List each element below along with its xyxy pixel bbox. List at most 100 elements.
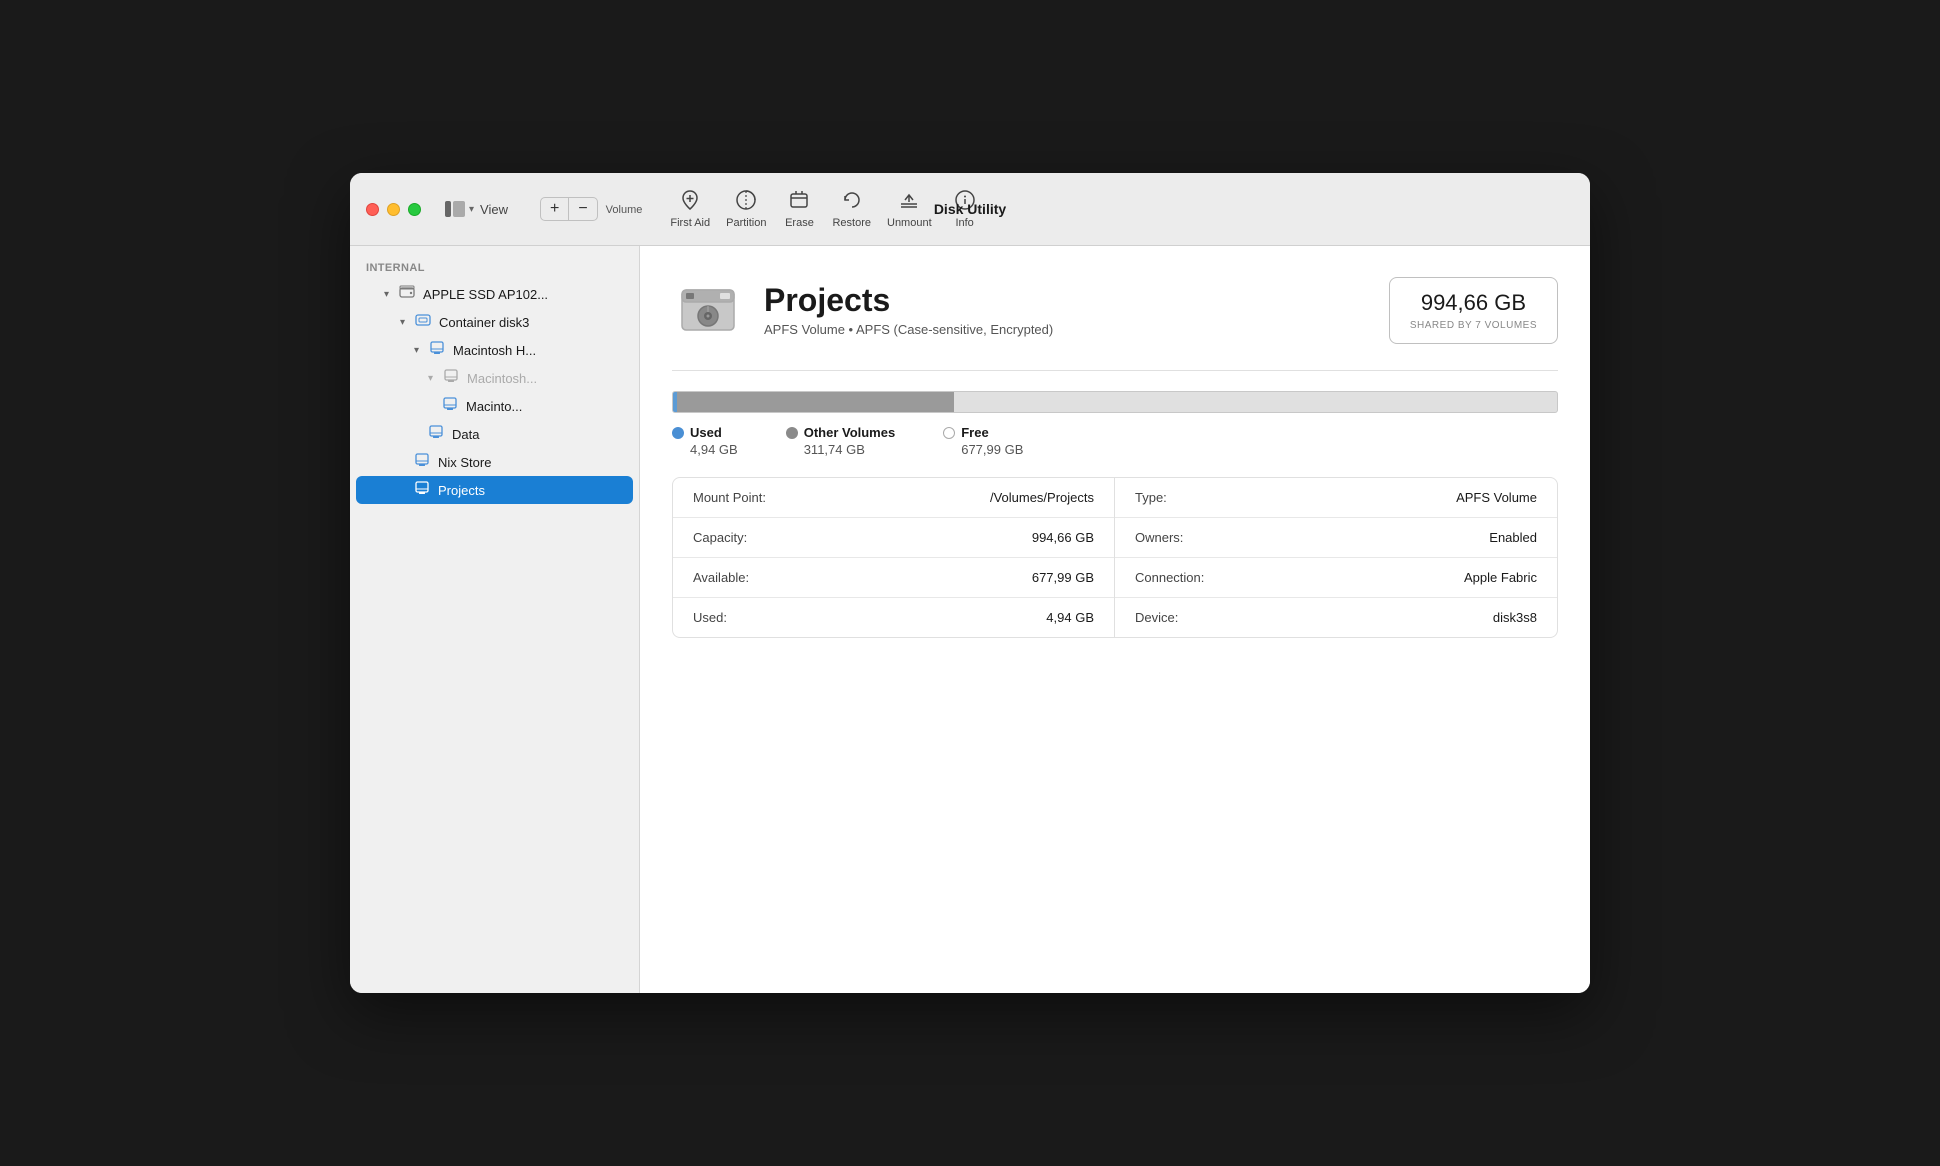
main-area: Internal ▾ APPLE SSD AP102... ▾: [350, 246, 1590, 993]
separator: [672, 370, 1558, 371]
detail-row-used: Used: 4,94 GB: [673, 598, 1114, 637]
legend-other: Other Volumes 311,74 GB: [786, 425, 896, 457]
firstaid-button[interactable]: First Aid: [662, 185, 718, 233]
volume-name: Projects: [764, 283, 1389, 318]
unmount-icon: [897, 189, 921, 215]
info-label: Info: [955, 217, 973, 229]
restore-button[interactable]: Restore: [824, 185, 879, 233]
sidebar-toggle-icon: [445, 201, 465, 217]
legend-dot-used: [672, 427, 684, 439]
detail-val-type: APFS Volume: [1456, 490, 1537, 505]
detail-key-mount: Mount Point:: [693, 490, 766, 505]
volume-icon-large: [672, 274, 744, 346]
detail-val-device: disk3s8: [1493, 610, 1537, 625]
volume-header: Projects APFS Volume • APFS (Case-sensit…: [672, 274, 1558, 346]
storage-bar-other: [677, 392, 954, 412]
volume-title: Projects APFS Volume • APFS (Case-sensit…: [764, 283, 1389, 337]
traffic-lights: [366, 203, 421, 216]
legend-free-value: 677,99 GB: [943, 442, 1023, 457]
close-button[interactable]: [366, 203, 379, 216]
partition-label: Partition: [726, 217, 766, 229]
legend-other-header: Other Volumes: [786, 425, 896, 440]
detail-key-used: Used:: [693, 610, 727, 625]
firstaid-icon: [678, 189, 702, 215]
detail-row-connection: Connection: Apple Fabric: [1115, 558, 1557, 598]
volume-icon: [429, 341, 445, 359]
partition-button[interactable]: Partition: [718, 185, 774, 233]
sidebar-item-label: Projects: [438, 483, 485, 498]
volume-icon: [428, 425, 444, 443]
sidebar-item-macintosh-h[interactable]: ▾ Macintosh H...: [356, 336, 633, 364]
volume-dim-icon: [443, 369, 459, 387]
unmount-label: Unmount: [887, 217, 932, 229]
chevron-icon: ▾: [414, 345, 419, 356]
chevron-icon: ▾: [428, 373, 433, 384]
legend-free: Free 677,99 GB: [943, 425, 1023, 457]
volume-controls: + −: [540, 197, 598, 221]
detail-val-connection: Apple Fabric: [1464, 570, 1537, 585]
sidebar-item-data[interactable]: Data: [356, 420, 633, 448]
sidebar: Internal ▾ APPLE SSD AP102... ▾: [350, 246, 640, 993]
sidebar-item-projects[interactable]: Projects: [356, 476, 633, 504]
sidebar-item-macintosh-dim[interactable]: ▾ Macintosh...: [356, 364, 633, 392]
sidebar-section-internal: Internal: [350, 262, 639, 280]
sidebar-item-label: Macintosh H...: [453, 343, 536, 358]
volume-size-value: 994,66 GB: [1410, 290, 1537, 316]
view-control[interactable]: ▾ View: [437, 197, 516, 221]
detail-row-type: Type: APFS Volume: [1115, 478, 1557, 518]
volume-active-icon: [414, 481, 430, 499]
storage-bar: [672, 391, 1558, 413]
add-volume-button[interactable]: +: [540, 197, 569, 221]
detail-key-connection: Connection:: [1135, 570, 1204, 585]
sidebar-item-label: Macintosh...: [467, 371, 537, 386]
drive-icon: [399, 285, 415, 303]
sidebar-item-label: Nix Store: [438, 455, 491, 470]
legend-other-label: Other Volumes: [804, 425, 896, 440]
legend-used-label: Used: [690, 425, 722, 440]
detail-row-available: Available: 677,99 GB: [673, 558, 1114, 598]
erase-icon: [787, 189, 811, 215]
detail-val-mount: /Volumes/Projects: [990, 490, 1094, 505]
legend-dot-free: [943, 427, 955, 439]
sidebar-item-nix-store[interactable]: Nix Store: [356, 448, 633, 476]
sidebar-item-apple-ssd[interactable]: ▾ APPLE SSD AP102...: [356, 280, 633, 308]
details-col-left: Mount Point: /Volumes/Projects Capacity:…: [673, 478, 1115, 637]
sidebar-item-label: Data: [452, 427, 479, 442]
detail-val-available: 677,99 GB: [1032, 570, 1094, 585]
legend-free-label: Free: [961, 425, 988, 440]
storage-bar-container: Used 4,94 GB Other Volumes 311,74 GB: [672, 391, 1558, 457]
sidebar-item-label: APPLE SSD AP102...: [423, 287, 548, 302]
sidebar-item-container-disk3[interactable]: ▾ Container disk3: [356, 308, 633, 336]
maximize-button[interactable]: [408, 203, 421, 216]
volume-label-group: Volume: [606, 200, 643, 218]
remove-volume-button[interactable]: −: [569, 197, 597, 221]
sidebar-item-label: Macinto...: [466, 399, 522, 414]
detail-row-device: Device: disk3s8: [1115, 598, 1557, 637]
view-label: View: [480, 202, 508, 217]
legend-used-header: Used: [672, 425, 738, 440]
volume-subtitle: APFS Volume • APFS (Case-sensitive, Encr…: [764, 322, 1389, 337]
sidebar-item-macinto[interactable]: Macinto...: [356, 392, 633, 420]
minimize-button[interactable]: [387, 203, 400, 216]
volume-icon: [442, 397, 458, 415]
storage-legend: Used 4,94 GB Other Volumes 311,74 GB: [672, 425, 1558, 457]
volume-label: Volume: [606, 204, 643, 216]
volume-size-label: SHARED BY 7 VOLUMES: [1410, 320, 1537, 331]
detail-pane: Projects APFS Volume • APFS (Case-sensit…: [640, 246, 1590, 993]
legend-dot-other: [786, 427, 798, 439]
volume-size-box: 994,66 GB SHARED BY 7 VOLUMES: [1389, 277, 1558, 344]
detail-row-owners: Owners: Enabled: [1115, 518, 1557, 558]
detail-val-owners: Enabled: [1489, 530, 1537, 545]
chevron-icon: ▾: [384, 289, 389, 300]
sidebar-item-label: Container disk3: [439, 315, 529, 330]
legend-free-header: Free: [943, 425, 1023, 440]
legend-used: Used 4,94 GB: [672, 425, 738, 457]
volume-icon: [414, 453, 430, 471]
firstaid-label: First Aid: [670, 217, 710, 229]
erase-button[interactable]: Erase: [774, 185, 824, 233]
detail-key-capacity: Capacity:: [693, 530, 747, 545]
titlebar: ▾ View + − Volume First: [350, 173, 1590, 246]
detail-key-type: Type:: [1135, 490, 1167, 505]
unmount-button[interactable]: Unmount: [879, 185, 940, 233]
partition-icon: [734, 189, 758, 215]
